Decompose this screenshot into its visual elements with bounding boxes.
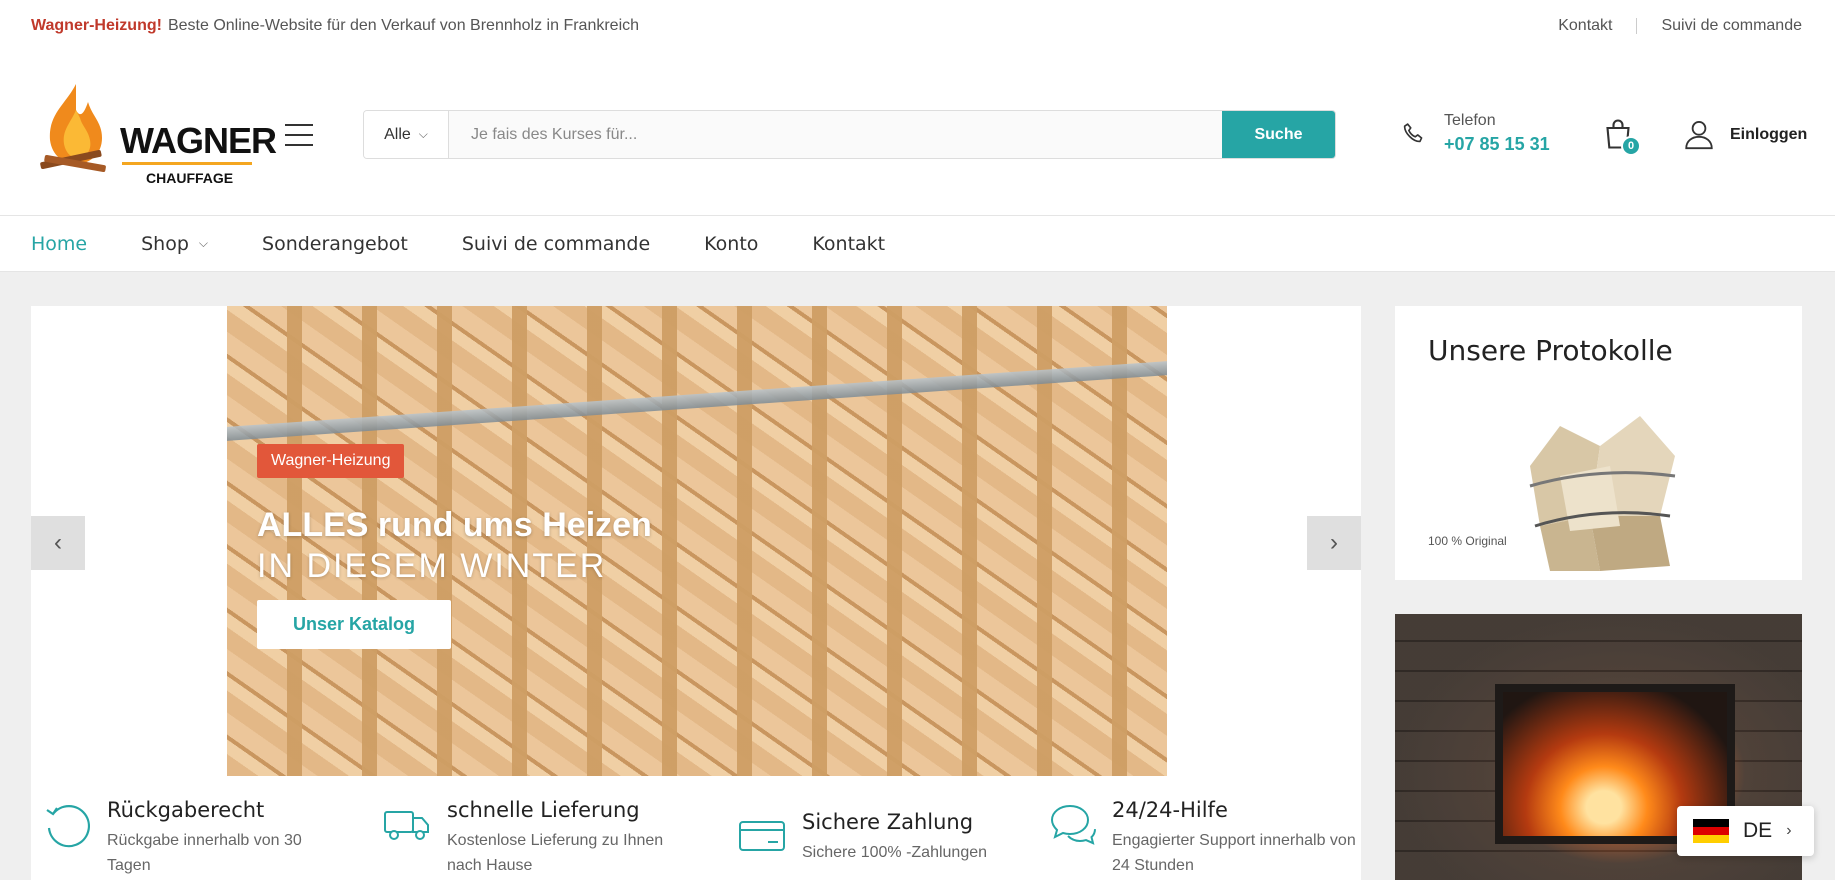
main-nav: Home Shop ⌵ Sonderangebot Suivi de comma… <box>0 215 1835 272</box>
login-button[interactable]: Einloggen <box>1682 116 1807 152</box>
feature-title: Rückgaberecht <box>107 798 265 822</box>
main-content: Wagner-Heizung ALLES rund ums Heizen IN … <box>0 272 1835 880</box>
phone-number: +07 85 15 31 <box>1444 134 1550 154</box>
phone-contact[interactable]: Telefon +07 85 15 31 <box>1400 112 1550 155</box>
topbar-brand: Wagner-Heizung! <box>31 17 162 34</box>
phone-icon <box>1403 122 1423 142</box>
topbar-link-kontakt[interactable]: Kontakt <box>1558 17 1612 35</box>
topbar-links: Kontakt Suivi de commande <box>1558 0 1802 52</box>
chat-icon <box>1046 798 1098 850</box>
search-bar: Alle ⌵ Suche <box>363 110 1336 159</box>
nav-item-shop-label: Shop <box>141 232 189 255</box>
nav-item-contact[interactable]: Kontakt <box>812 233 885 255</box>
chevron-left-icon: ‹ <box>54 529 62 556</box>
menu-hamburger-icon[interactable] <box>285 124 313 146</box>
topbar-link-order-tracking[interactable]: Suivi de commande <box>1661 17 1802 35</box>
feature-item: 24/24-Hilfe Engagierter Support innerhal… <box>1036 776 1361 880</box>
crate-strap <box>227 361 1167 441</box>
language-switcher[interactable]: DE › <box>1677 806 1814 856</box>
feature-title: 24/24-Hilfe <box>1112 798 1228 822</box>
nav-item-account[interactable]: Konto <box>704 233 758 255</box>
return-icon <box>41 798 93 850</box>
feature-desc: Engagierter Support innerhalb von 24 Stu… <box>1112 832 1356 874</box>
header: WAGNER CHAUFFAGE Alle ⌵ Suche Telefon +0… <box>0 52 1835 215</box>
promo-banner-logs[interactable]: Unsere Protokolle 100 % Original <box>1395 306 1802 580</box>
nav-item-order-tracking[interactable]: Suivi de commande <box>462 233 650 255</box>
topbar-separator <box>1636 18 1638 34</box>
truck-icon <box>381 798 433 850</box>
search-category-select[interactable]: Alle ⌵ <box>364 111 449 158</box>
cart-count-badge: 0 <box>1621 136 1641 156</box>
feature-title: schnelle Lieferung <box>447 798 640 822</box>
nav-item-home[interactable]: Home <box>31 233 87 255</box>
promo-note: 100 % Original <box>1428 534 1507 548</box>
slider-prev-button[interactable]: ‹ <box>31 516 85 570</box>
german-flag-icon <box>1693 819 1729 843</box>
hero-subheadline: IN DIESEM WINTER <box>257 547 607 585</box>
feature-desc: Sichere 100% -Zahlungen <box>802 844 988 861</box>
hero-headline: ALLES rund ums Heizen <box>257 506 652 544</box>
user-icon <box>1685 121 1713 150</box>
feature-item: Rückgaberecht Rückgabe innerhalb von 30 … <box>31 776 371 880</box>
language-code: DE <box>1743 819 1773 842</box>
log-bundle-image <box>1529 416 1676 571</box>
login-label: Einloggen <box>1730 126 1808 143</box>
feature-desc: Rückgabe innerhalb von 30 Tagen <box>107 832 302 874</box>
card-icon <box>736 810 788 862</box>
logo[interactable]: WAGNER CHAUFFAGE <box>36 80 277 190</box>
nav-item-special-offer[interactable]: Sonderangebot <box>262 233 408 255</box>
nav-item-shop[interactable]: Shop ⌵ <box>141 233 208 255</box>
hero-tag: Wagner-Heizung <box>257 444 405 478</box>
logo-subtitle: CHAUFFAGE <box>146 170 234 186</box>
chevron-right-icon: › <box>1330 529 1338 556</box>
search-button[interactable]: Suche <box>1222 111 1335 158</box>
top-bar: Wagner-Heizung! Beste Online-Website für… <box>0 0 1835 52</box>
hero-caption: Wagner-Heizung ALLES rund ums Heizen IN … <box>257 444 652 649</box>
features-bar: Rückgaberecht Rückgabe innerhalb von 30 … <box>31 776 1361 880</box>
cart-button[interactable]: 0 <box>1600 116 1641 158</box>
promo-title: Unsere Protokolle <box>1428 334 1673 367</box>
hero-slider: Wagner-Heizung ALLES rund ums Heizen IN … <box>31 306 1361 776</box>
catalog-button[interactable]: Unser Katalog <box>257 600 452 649</box>
feature-item: schnelle Lieferung Kostenlose Lieferung … <box>371 776 726 880</box>
slider-next-button[interactable]: › <box>1307 516 1361 570</box>
search-category-label: Alle <box>384 125 411 143</box>
fire-logo-icon <box>40 84 106 173</box>
phone-label: Telefon <box>1444 112 1496 129</box>
feature-desc: Kostenlose Lieferung zu Ihnen nach Hause <box>447 832 664 874</box>
feature-title: Sichere Zahlung <box>802 810 974 834</box>
chevron-down-icon: ⌵ <box>198 236 209 250</box>
logo-underline <box>122 162 252 165</box>
chevron-down-icon: ⌵ <box>418 127 428 141</box>
feature-item: Sichere Zahlung Sichere 100% -Zahlungen <box>726 776 1036 880</box>
logo-wordmark: WAGNER <box>120 120 277 161</box>
chevron-right-icon: › <box>1786 822 1792 839</box>
search-input[interactable] <box>449 111 1222 158</box>
topbar-tagline: Beste Online-Website für den Verkauf von… <box>167 17 640 34</box>
